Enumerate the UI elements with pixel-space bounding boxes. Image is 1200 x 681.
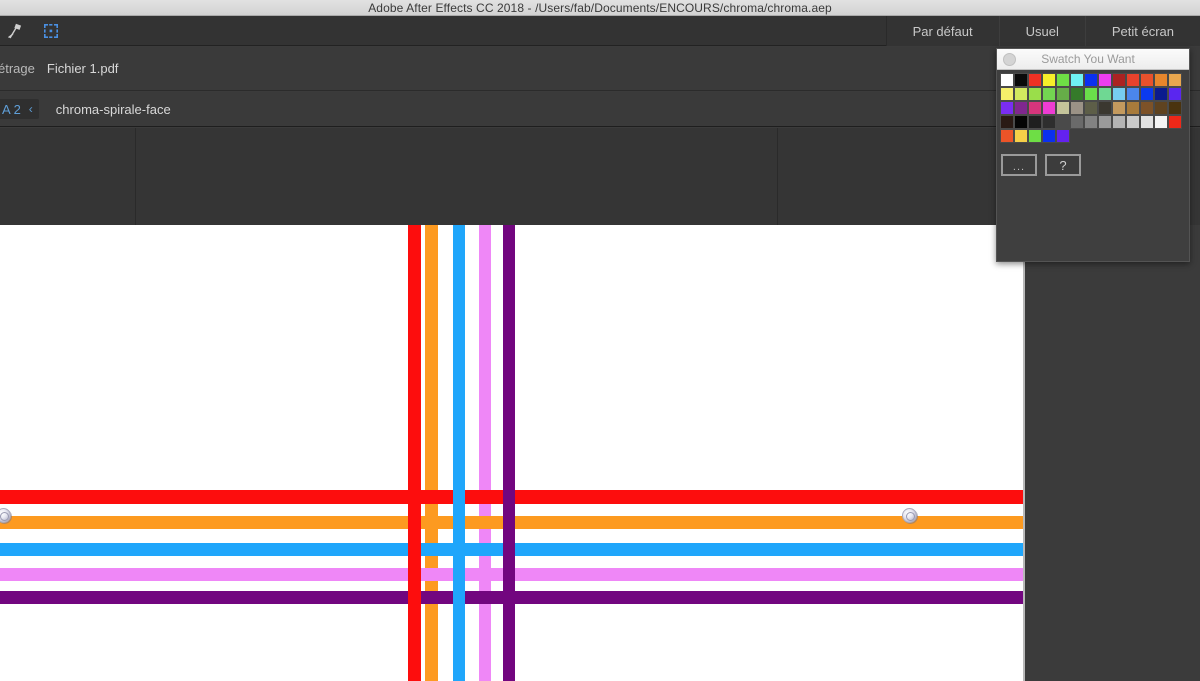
viewer-empty-area (1025, 225, 1200, 681)
swatch-3-3[interactable] (1042, 115, 1056, 129)
swatch-1-1[interactable] (1014, 87, 1028, 101)
swatch-row (1000, 129, 1189, 143)
swatch-0-9[interactable] (1126, 73, 1140, 87)
swatch-0-4[interactable] (1056, 73, 1070, 87)
swatch-0-2[interactable] (1028, 73, 1042, 87)
chevron-left-icon[interactable]: ‹ (29, 102, 33, 116)
swatch-1-4[interactable] (1056, 87, 1070, 101)
vertical-stripe-red (408, 225, 421, 681)
swatch-2-6[interactable] (1084, 101, 1098, 115)
more-options-button[interactable]: ... (1001, 154, 1037, 176)
swatch-4-1[interactable] (1014, 129, 1028, 143)
swatch-0-3[interactable] (1042, 73, 1056, 87)
swatch-4-3[interactable] (1042, 129, 1056, 143)
swatch-row (1000, 87, 1189, 101)
swatch-2-11[interactable] (1154, 101, 1168, 115)
help-button[interactable]: ? (1045, 154, 1081, 176)
swatch-0-12[interactable] (1168, 73, 1182, 87)
swatch-panel-buttons: ... ? (997, 143, 1189, 176)
swatch-2-12[interactable] (1168, 101, 1182, 115)
anchor-point-marker-right[interactable] (902, 508, 917, 523)
swatch-1-11[interactable] (1154, 87, 1168, 101)
swatch-0-5[interactable] (1070, 73, 1084, 87)
swatch-row (1000, 73, 1189, 87)
swatch-1-7[interactable] (1098, 87, 1112, 101)
swatch-3-8[interactable] (1112, 115, 1126, 129)
swatch-2-8[interactable] (1112, 101, 1126, 115)
swatch-panel-title: Swatch You Want (1041, 52, 1135, 66)
swatch-3-10[interactable] (1140, 115, 1154, 129)
window-title: Adobe After Effects CC 2018 - /Users/fab… (368, 0, 832, 15)
workspace-tab-petit-ecran[interactable]: Petit écran (1084, 16, 1200, 46)
swatch-0-1[interactable] (1014, 73, 1028, 87)
swatch-1-10[interactable] (1140, 87, 1154, 101)
swatch-panel[interactable]: Swatch You Want ... ? (996, 48, 1190, 262)
swatch-1-9[interactable] (1126, 87, 1140, 101)
swatch-panel-titlebar[interactable]: Swatch You Want (997, 49, 1189, 70)
swatch-1-0[interactable] (1000, 87, 1014, 101)
footage-tab-label[interactable]: étrage (0, 61, 35, 76)
swatch-3-9[interactable] (1126, 115, 1140, 129)
vertical-stripe-blue (453, 225, 465, 681)
swatch-0-6[interactable] (1084, 73, 1098, 87)
swatch-3-0[interactable] (1000, 115, 1014, 129)
swatch-2-5[interactable] (1070, 101, 1084, 115)
swatch-3-7[interactable] (1098, 115, 1112, 129)
swatch-row (1000, 101, 1189, 115)
swatch-0-10[interactable] (1140, 73, 1154, 87)
swatch-1-5[interactable] (1070, 87, 1084, 101)
swatch-2-2[interactable] (1028, 101, 1042, 115)
vertical-stripe-violet (479, 225, 491, 681)
swatch-4-2[interactable] (1028, 129, 1042, 143)
swatch-1-12[interactable] (1168, 87, 1182, 101)
swatch-0-7[interactable] (1098, 73, 1112, 87)
puppet-pin-tool-icon[interactable] (2, 19, 28, 43)
swatch-2-3[interactable] (1042, 101, 1056, 115)
window-titlebar: Adobe After Effects CC 2018 - /Users/fab… (0, 0, 1200, 16)
swatch-2-0[interactable] (1000, 101, 1014, 115)
footage-file-name: Fichier 1.pdf (46, 61, 119, 76)
swatch-2-10[interactable] (1140, 101, 1154, 115)
vertical-stripe-purple (503, 225, 515, 681)
after-effects-window: Adobe After Effects CC 2018 - /Users/fab… (0, 0, 1200, 681)
tool-group (0, 19, 64, 43)
swatch-1-8[interactable] (1112, 87, 1126, 101)
panel-divider-right[interactable] (777, 128, 778, 225)
swatch-0-0[interactable] (1000, 73, 1014, 87)
swatch-2-1[interactable] (1014, 101, 1028, 115)
workspace-tabs: Par défaut Usuel Petit écran (885, 16, 1200, 46)
swatch-3-6[interactable] (1084, 115, 1098, 129)
close-icon[interactable] (1003, 53, 1016, 66)
swatch-1-6[interactable] (1084, 87, 1098, 101)
swatch-0-8[interactable] (1112, 73, 1126, 87)
swatch-2-9[interactable] (1126, 101, 1140, 115)
swatch-0-11[interactable] (1154, 73, 1168, 87)
swatch-2-7[interactable] (1098, 101, 1112, 115)
swatch-row (1000, 115, 1189, 129)
swatch-4-0[interactable] (1000, 129, 1014, 143)
composition-canvas[interactable] (0, 225, 1025, 681)
swatch-1-3[interactable] (1042, 87, 1056, 101)
swatch-3-5[interactable] (1070, 115, 1084, 129)
swatch-4-4[interactable] (1056, 129, 1070, 143)
workspace-tab-par-defaut[interactable]: Par défaut (886, 16, 999, 46)
workspace-tab-usuel[interactable]: Usuel (998, 16, 1085, 46)
vertical-stripe-orange (425, 225, 438, 681)
toolbar: Par défaut Usuel Petit écran (0, 16, 1200, 46)
composition-tab-label: A 2 (2, 101, 21, 117)
swatch-3-1[interactable] (1014, 115, 1028, 129)
panel-divider-left[interactable] (135, 128, 136, 225)
swatch-1-2[interactable] (1028, 87, 1042, 101)
swatch-3-11[interactable] (1154, 115, 1168, 129)
swatch-color-grid (997, 70, 1189, 143)
swatch-3-12[interactable] (1168, 115, 1182, 129)
region-of-interest-icon[interactable] (38, 19, 64, 43)
swatch-3-4[interactable] (1056, 115, 1070, 129)
swatch-2-4[interactable] (1056, 101, 1070, 115)
composition-name: chroma-spirale-face (55, 101, 171, 117)
swatch-3-2[interactable] (1028, 115, 1042, 129)
composition-tab[interactable]: A 2 ‹ (0, 99, 39, 119)
